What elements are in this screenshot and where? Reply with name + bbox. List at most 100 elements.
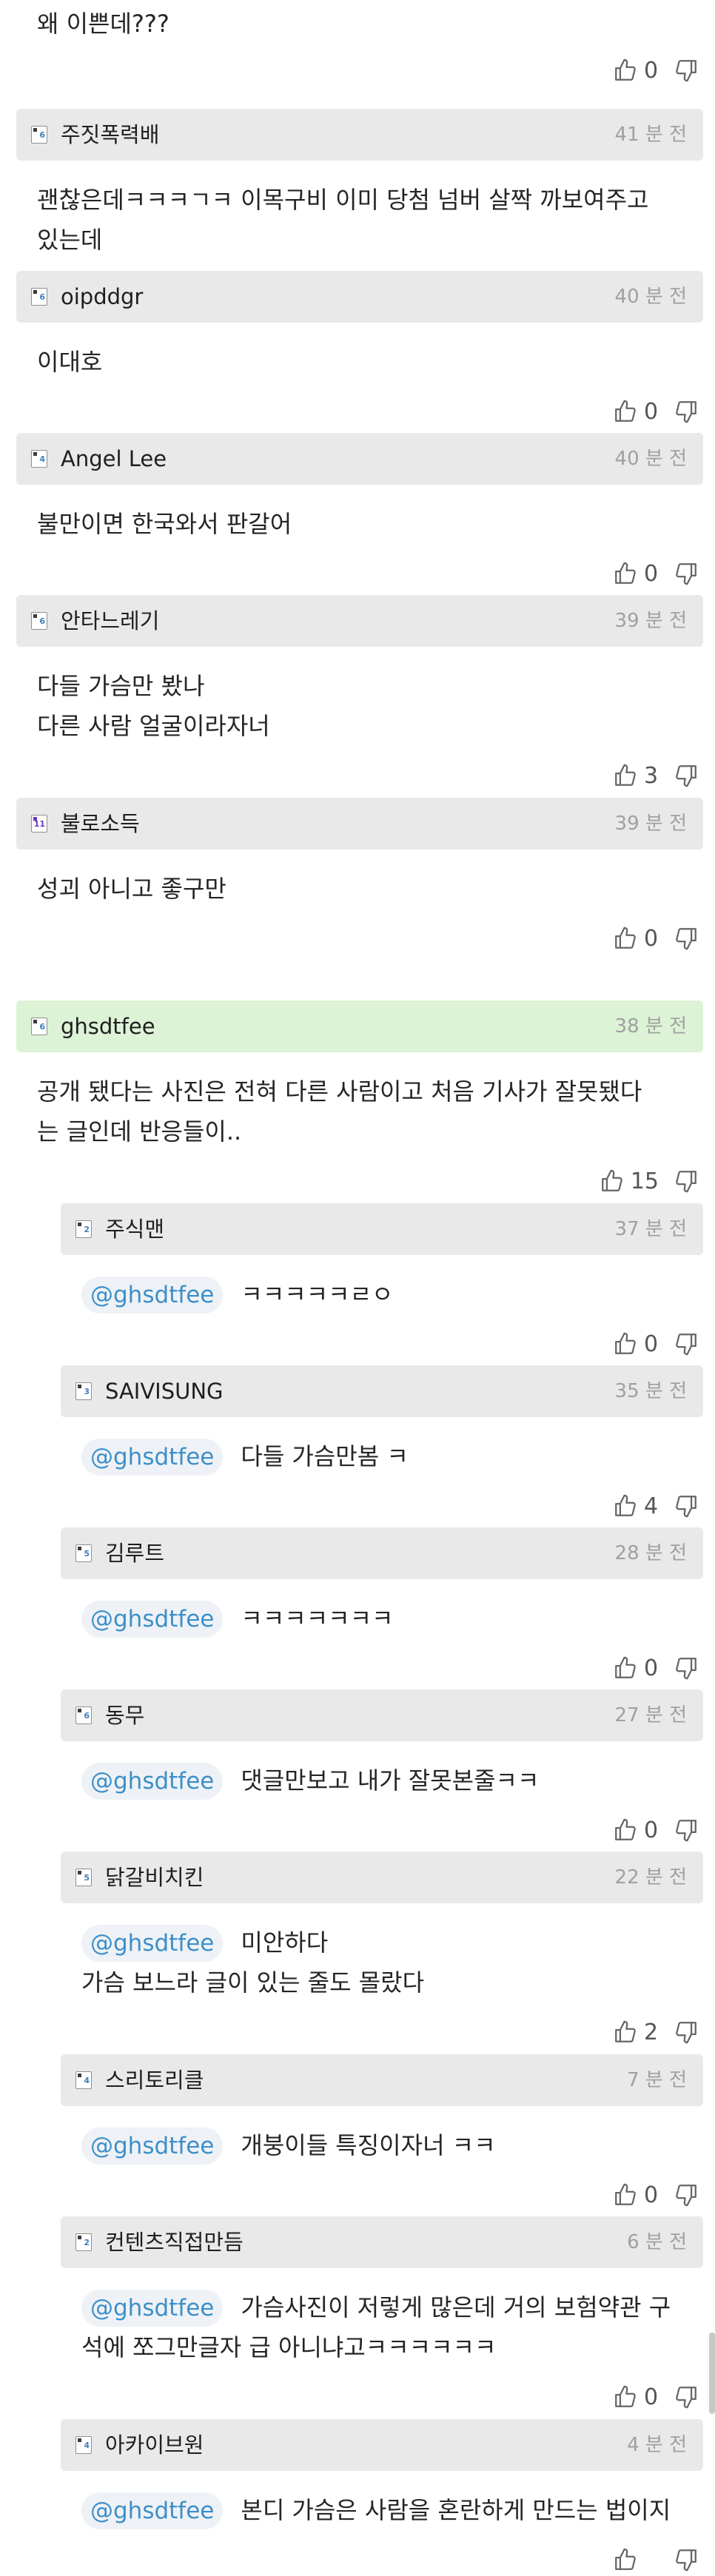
like-button[interactable]: 0	[613, 1331, 674, 1357]
comment: 6 ghsdtfee 38 분 전 공개 됐다는 사진은 전혀 다른 사람이고 처음 …	[16, 1001, 703, 1151]
timestamp: 28 분 전	[614, 1542, 687, 1564]
username[interactable]: 동무	[105, 1689, 144, 1741]
reply-comment: 2 주식맨 37 분 전 @ghsdtfee ㅋㅋㅋㅋㅋㄹㅇ	[61, 1203, 703, 1314]
comment-header: 5 닭갈비치킨 22 분 전	[61, 1852, 703, 1903]
vote-bar: 0	[613, 2179, 699, 2211]
mention-tag[interactable]: @ghsdtfee	[81, 1925, 224, 1962]
thumbs-up-icon	[615, 764, 636, 786]
username[interactable]: 김루트	[105, 1527, 164, 1579]
dislike-button[interactable]	[674, 2547, 699, 2572]
thumbs-up-icon	[615, 927, 636, 949]
username[interactable]: SAIVISUNG	[105, 1365, 224, 1417]
comment: 6 oipddgr 40 분 전 이대호	[16, 271, 703, 382]
like-button[interactable]: 0	[613, 58, 674, 84]
username[interactable]: 닭갈비치킨	[105, 1852, 204, 1903]
dislike-button[interactable]	[674, 2384, 699, 2409]
dislike-button[interactable]	[674, 1493, 699, 1519]
username[interactable]: 주식맨	[105, 1203, 164, 1255]
like-button[interactable]: 0	[613, 2384, 674, 2410]
like-button[interactable]: 0	[613, 926, 674, 952]
comment-body: @ghsdtfee 가슴사진이 저렇게 많은데 거의 보험약관 구 석에 쪼그만글자…	[81, 2287, 703, 2367]
reply-comment: 6 동무 27 분 전 @ghsdtfee 댓글만보고 내가 잘못본줄ㅋㅋ	[61, 1689, 703, 1800]
mention-tag[interactable]: @ghsdtfee	[81, 2290, 224, 2327]
user-level-badge: 4	[75, 2071, 92, 2089]
comment-line: 공개 됐다는 사진은 전혀 다른 사람이고 처음 기사가 잘못됐다	[37, 1077, 642, 1106]
username[interactable]: 스리토리클	[105, 2054, 204, 2106]
thumbs-down-icon	[676, 1334, 696, 1356]
username[interactable]: 아카이브원	[105, 2419, 204, 2471]
thumbs-up-icon	[615, 2183, 636, 2205]
comment-body: @ghsdtfee 개붕이들 특징이자너 ㅋㅋ	[81, 2125, 703, 2165]
reply-comment: 3 SAIVISUNG 35 분 전 @ghsdtfee 다들 가슴만봄 ㅋ	[61, 1365, 703, 1476]
like-button[interactable]: 0	[613, 1655, 674, 1681]
user-level-badge: 2	[75, 2233, 92, 2251]
thumbs-up-icon	[615, 562, 636, 584]
mention-tag[interactable]: @ghsdtfee	[81, 1439, 224, 1476]
vote-bar: 0	[613, 2381, 699, 2413]
thumbs-up-icon	[615, 400, 636, 422]
like-button[interactable]: 3	[613, 763, 674, 789]
mention-tag[interactable]: @ghsdtfee	[81, 1277, 224, 1314]
vote-bar: 0	[613, 1652, 699, 1684]
username[interactable]: 불로소득	[61, 798, 140, 850]
comment-line: 개붕이들 특징이자너 ㅋㅋ	[241, 2131, 496, 2159]
vote-bar: 0	[613, 1814, 699, 1846]
mention-tag[interactable]: @ghsdtfee	[81, 2492, 224, 2529]
dislike-button[interactable]	[674, 2020, 699, 2045]
dislike-button[interactable]	[674, 58, 699, 83]
dislike-button[interactable]	[674, 1168, 699, 1194]
dislike-button[interactable]	[674, 1331, 699, 1356]
dislike-button[interactable]	[674, 2182, 699, 2207]
timestamp: 7 분 전	[627, 2069, 687, 2091]
like-button[interactable]: 2	[613, 2020, 674, 2045]
dislike-button[interactable]	[674, 399, 699, 424]
comment-line: 가슴사진이 저렇게 많은데 거의 보험약관 구	[241, 2293, 671, 2321]
thumbs-down-icon	[676, 60, 696, 82]
like-count: 15	[630, 1168, 659, 1194]
comment-body: @ghsdtfee 다들 가슴만봄 ㅋ	[81, 1436, 703, 1476]
comment-line: 는 글인데 반응들이..	[37, 1117, 242, 1146]
dislike-button[interactable]	[674, 1655, 699, 1681]
like-button[interactable]: 0	[613, 561, 674, 587]
like-button[interactable]: 0	[613, 1817, 674, 1843]
username[interactable]: oipddgr	[61, 271, 143, 323]
like-count: 0	[644, 1817, 659, 1843]
reply-comment: 5 닭갈비치킨 22 분 전 @ghsdtfee 미안하다 가슴 보느라 글이 있는 줄도…	[61, 1852, 703, 2002]
user-level-badge: 6	[31, 126, 47, 144]
dislike-button[interactable]	[674, 561, 699, 586]
comment-body: @ghsdtfee ㅋㅋㅋㅋㅋㄹㅇ	[81, 1274, 703, 1314]
comment-line: 가슴 보느라 글이 있는 줄도 몰랐다	[81, 1968, 425, 1997]
timestamp: 39 분 전	[614, 610, 687, 632]
dislike-button[interactable]	[674, 926, 699, 951]
scrollbar-thumb[interactable]	[709, 2333, 715, 2414]
like-count: 0	[644, 57, 659, 84]
like-button[interactable]: 4	[613, 1493, 674, 1519]
thumbs-down-icon	[676, 1496, 696, 1518]
mention-tag[interactable]: @ghsdtfee	[81, 1601, 224, 1638]
username[interactable]: 주짓폭력배	[61, 109, 159, 161]
comment-header: 4 스리토리클 7 분 전	[61, 2054, 703, 2106]
comment-header: 6 동무 27 분 전	[61, 1689, 703, 1741]
like-button[interactable]: 15	[600, 1168, 674, 1194]
comment-line: 불만이면 한국와서 판갈어	[37, 510, 292, 538]
username[interactable]: 컨텐츠직접만듬	[105, 2216, 244, 2268]
username[interactable]: 안타느레기	[61, 595, 159, 647]
timestamp: 40 분 전	[614, 448, 687, 470]
mention-tag[interactable]: @ghsdtfee	[81, 1763, 224, 1800]
username[interactable]: ghsdtfee	[61, 1001, 155, 1052]
dislike-button[interactable]	[674, 763, 699, 788]
user-level-badge: 6	[31, 612, 47, 630]
timestamp: 35 분 전	[614, 1380, 687, 1402]
comment-header: 6 주짓폭력배 41 분 전	[16, 109, 703, 161]
timestamp: 40 분 전	[614, 286, 687, 308]
like-button[interactable]: 0	[613, 2182, 674, 2208]
comment: 6 주짓폭력배 41 분 전 괜찮은데ㅋㅋㅋㄱㅋ 이목구비 이미 당첨 넘버 살짝 까…	[16, 109, 703, 260]
dislike-button[interactable]	[674, 1817, 699, 1843]
like-button[interactable]	[613, 2547, 674, 2572]
like-button[interactable]: 0	[613, 399, 674, 425]
mention-tag[interactable]: @ghsdtfee	[81, 2128, 224, 2165]
comment-body: 다들 가슴만 봤나 다른 사람 얼굴이라자너	[37, 666, 703, 746]
thumbs-up-icon	[615, 58, 636, 81]
username[interactable]: Angel Lee	[61, 433, 167, 485]
comment-body: @ghsdtfee 댓글만보고 내가 잘못본줄ㅋㅋ	[81, 1761, 703, 1800]
